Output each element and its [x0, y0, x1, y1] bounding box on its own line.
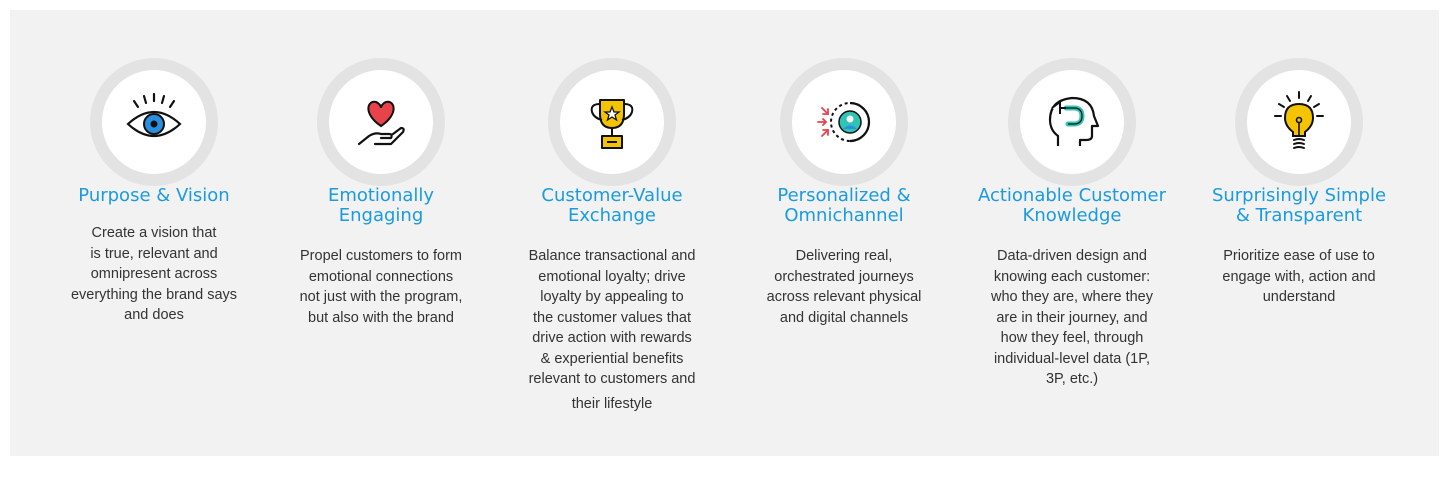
pillar-actionable-knowledge: Actionable Customer Knowledge Data-drive…	[962, 0, 1182, 483]
target-person-icon	[817, 101, 871, 143]
icon-circle	[1008, 58, 1136, 186]
pillar-purpose-vision: Purpose & Vision Create a vision that is…	[44, 0, 264, 483]
pillar-description: Data-driven design and knowing each cust…	[990, 248, 1153, 387]
pillar-emotionally-engaging: Emotionally Engaging Propel customers to…	[271, 0, 491, 483]
icon-circle	[90, 58, 218, 186]
pillar-description: Prioritize ease of use to engage with, a…	[1222, 248, 1376, 305]
pillar-title: Purpose & Vision	[78, 185, 230, 206]
pillar-description: Delivering real, orchestrated journeys a…	[766, 248, 922, 326]
pillar-customer-value-exchange: Customer-Value Exchange Balance transact…	[502, 0, 722, 483]
head-insight-icon	[1048, 96, 1100, 146]
pillar-title: Actionable Customer Knowledge	[977, 185, 1167, 226]
pillar-title: Emotionally Engaging	[327, 185, 435, 226]
pillar-title: Customer-Value Exchange	[541, 185, 683, 226]
icon-circle	[548, 58, 676, 186]
icon-circle	[1235, 58, 1363, 186]
pillar-simple-transparent: Surprisingly Simple & Transparent Priori…	[1189, 0, 1409, 483]
icon-circle	[317, 58, 445, 186]
pillars-row: Purpose & Vision Create a vision that is…	[0, 0, 1449, 483]
pillar-description: Propel customers to form emotional conne…	[299, 248, 463, 326]
pillar-personalized-omnichannel: Personalized & Omnichannel Delivering re…	[734, 0, 954, 483]
heart-in-hand-icon	[357, 100, 405, 146]
pillar-description: Balance transactional and emotional loya…	[528, 248, 696, 412]
pillar-title: Surprisingly Simple & Transparent	[1211, 185, 1387, 226]
lightbulb-icon	[1274, 91, 1324, 149]
pillar-description: Create a vision that is true, relevant a…	[70, 225, 238, 323]
trophy-icon	[590, 99, 634, 149]
icon-circle	[780, 58, 908, 186]
eye-icon	[126, 92, 182, 137]
pillar-title: Personalized & Omnichannel	[777, 185, 911, 226]
